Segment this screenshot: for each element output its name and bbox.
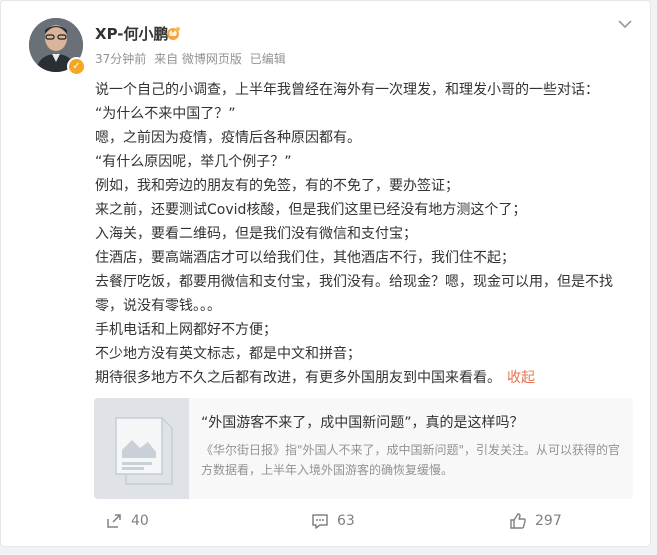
author-name[interactable]: XP-何小鹏 (95, 23, 169, 44)
content-line: 来之前，还要测试Covid核酸，但是我们这里已经没有地方测这个了； (95, 202, 527, 218)
content-line: 手机电话和上网都好不方便； (95, 322, 277, 338)
repost-button[interactable]: 40 (105, 511, 149, 531)
content-line: 入海关，要看二维码，但是我们没有微信和支付宝； (95, 226, 417, 242)
chevron-down-icon[interactable] (618, 19, 632, 29)
comment-icon (312, 514, 328, 529)
comment-button[interactable]: 63 (311, 511, 355, 531)
thumbs-up-icon (510, 513, 526, 529)
content-line: 不少地方没有英文标志，都是中文和拼音； (95, 346, 361, 362)
content-line: 期待很多地方不久之后都有改进，有更多外国朋友到中国来看看。 (95, 370, 501, 386)
vip-crown-icon (167, 27, 180, 40)
content-line: 嗯，之前因为疫情，疫情后各种原因都有。 (95, 130, 361, 146)
post-meta: 37分钟前 来自 微博网页版 已编辑 (95, 50, 290, 67)
repost-count: 40 (131, 513, 149, 529)
action-bar: 40 63 297 (1, 505, 652, 535)
like-button[interactable]: 297 (509, 511, 562, 531)
weibo-post-card: ✓ XP-何小鹏 37分钟前 来自 微博网页版 已编辑 说一个自己的小调查，上半… (0, 0, 651, 547)
post-content: 说一个自己的小调查，上半年我曾经在海外有一次理发，和理发小哥的一些对话： “为什… (95, 78, 635, 390)
content-line: “有什么原因呢，举几个例子？” (95, 154, 292, 170)
content-line: 说一个自己的小调查，上半年我曾经在海外有一次理发，和理发小哥的一些对话： (95, 82, 599, 98)
verified-badge-icon: ✓ (67, 57, 86, 76)
comment-count: 63 (337, 513, 355, 529)
collapse-link[interactable]: 收起 (507, 370, 535, 386)
content-line: 去餐厅吃饭，都要用微信和支付宝，我们没有。给现金？嗯，现金可以用，但是不找零，说… (95, 274, 613, 314)
article-title[interactable]: “外国游客不来了，成中国新问题”，真的是这样吗？ (201, 412, 524, 432)
article-thumbnail (94, 398, 189, 499)
content-line: 例如，我和旁边的朋友有的免签，有的不免了，要办签证； (95, 178, 459, 194)
edited-label[interactable]: 已编辑 (250, 52, 286, 66)
linked-article-card[interactable]: “外国游客不来了，成中国新问题”，真的是这样吗？ 《华尔街日报》指"外国人不来了… (94, 398, 633, 499)
article-description: 《华尔街日报》指"外国人不来了，成中国新问题"，引发关注。从可以获得的官方数据看… (201, 443, 621, 477)
post-source: 来自 微博网页版 (154, 52, 242, 66)
post-time[interactable]: 37分钟前 (95, 52, 146, 66)
content-line: 住酒店，要高端酒店才可以给我们住，其他酒店不行，我们住不起； (95, 250, 515, 266)
content-line-last: 期待很多地方不久之后都有改进，有更多外国朋友到中国来看看。 收起 (95, 366, 635, 390)
content-line: “为什么不来中国了？” (95, 106, 236, 122)
like-count: 297 (535, 513, 562, 529)
repost-icon (107, 514, 121, 528)
